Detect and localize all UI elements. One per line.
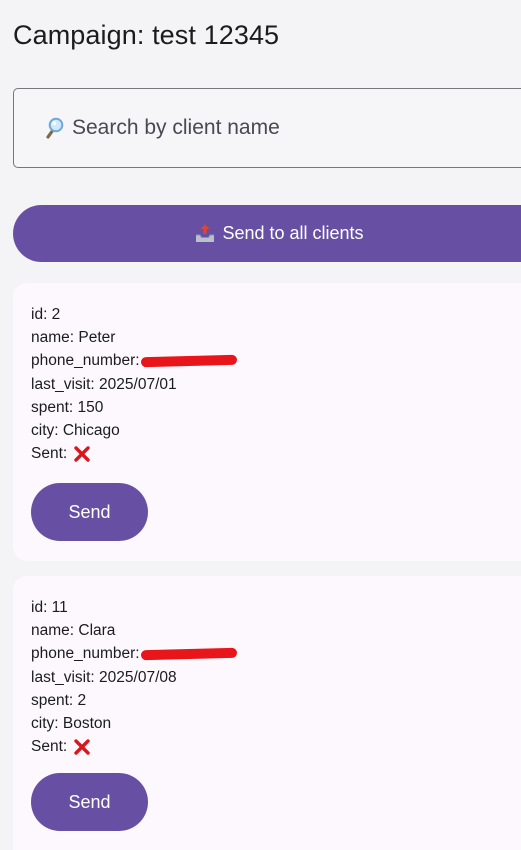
client-card: id: 2 name: Peter phone_number: last_vis…	[13, 283, 521, 561]
magnifying-glass-icon	[42, 116, 66, 140]
phone-redaction-mark	[140, 354, 237, 368]
sent-label: Sent:	[31, 738, 68, 756]
send-button[interactable]: Send	[31, 483, 148, 541]
client-name: name: Clara	[31, 622, 116, 640]
search-input[interactable]: Search by client name	[13, 88, 521, 168]
campaign-screen: Campaign: test 12345 Search by client na…	[0, 0, 521, 850]
client-id: id: 11	[31, 599, 68, 616]
cross-mark-icon	[73, 738, 91, 756]
page-title: Campaign: test 12345	[13, 20, 280, 50]
client-spent: spent: 2	[31, 691, 87, 709]
client-name: name: Peter	[31, 329, 116, 347]
phone-label: phone_number:	[31, 352, 140, 370]
client-sent-status: Sent:	[31, 442, 237, 465]
client-last-visit: last_visit: 2025/07/08	[31, 668, 177, 686]
client-city: city: Boston	[31, 714, 112, 732]
client-details: id: 11 name: Clara phone_number: last_vi…	[31, 596, 237, 758]
send-to-all-button[interactable]: Send to all clients	[13, 205, 521, 262]
outbox-tray-icon	[194, 224, 216, 244]
sent-label: Sent:	[31, 445, 68, 463]
phone-label: phone_number:	[31, 645, 140, 663]
client-phone: phone_number:	[31, 349, 237, 372]
phone-redaction-mark	[140, 647, 237, 661]
send-button[interactable]: Send	[31, 773, 148, 831]
send-to-all-label: Send to all clients	[222, 223, 364, 243]
client-details: id: 2 name: Peter phone_number: last_vis…	[31, 303, 237, 465]
client-city: city: Chicago	[31, 421, 120, 439]
search-placeholder: Search by client name	[72, 116, 280, 139]
client-card: id: 11 name: Clara phone_number: last_vi…	[13, 576, 521, 850]
client-phone: phone_number:	[31, 642, 237, 665]
cross-mark-icon	[73, 445, 91, 463]
client-sent-status: Sent:	[31, 735, 237, 758]
client-last-visit: last_visit: 2025/07/01	[31, 375, 177, 393]
client-id: id: 2	[31, 306, 61, 323]
client-spent: spent: 150	[31, 398, 104, 416]
